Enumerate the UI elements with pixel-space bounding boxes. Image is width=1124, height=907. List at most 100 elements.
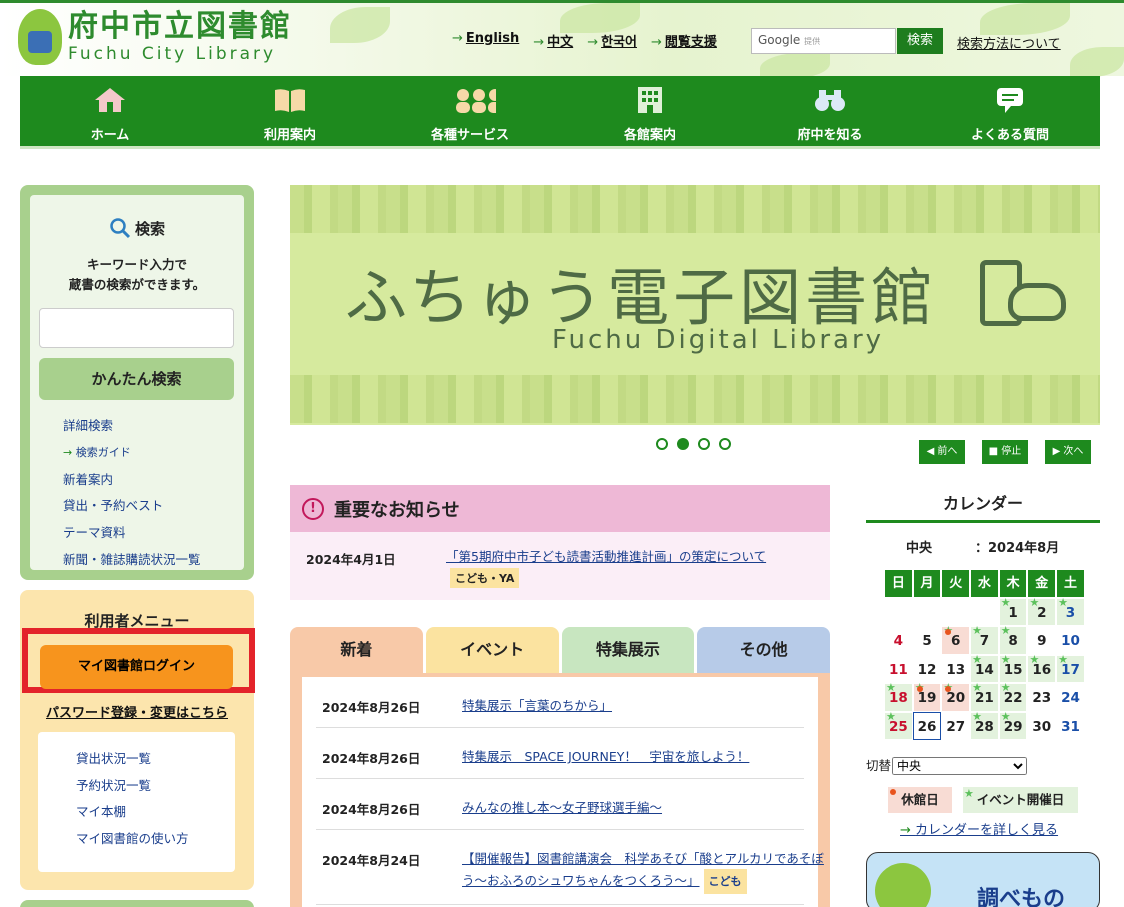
- search-panel-title: 検索: [30, 217, 244, 239]
- calendar-empty-cell: [912, 597, 942, 626]
- star-icon: ★: [1029, 595, 1040, 609]
- calendar-day-number: 27: [946, 718, 966, 735]
- calendar-day: 23: [1027, 683, 1057, 712]
- calendar-day: ★ 2: [1027, 596, 1057, 626]
- star-icon: ★: [1058, 595, 1068, 609]
- calendar-day-number: 31: [1061, 718, 1080, 735]
- google-search-input[interactable]: Google 提供: [751, 28, 896, 54]
- news-panel: 2024年8月26日 特集展示「言葉のちから」 2024年8月26日 特集展示 …: [290, 673, 830, 907]
- arrow-icon: →: [452, 31, 463, 46]
- people-icon: [456, 89, 502, 113]
- tab-other[interactable]: その他: [697, 627, 830, 673]
- news-link[interactable]: 特集展示 SPACE JOURNEY！ 宇宙を旅しよう！: [462, 746, 832, 767]
- theme-materials-link[interactable]: テーマ資料: [63, 520, 201, 547]
- legend-event: ★ イベント開催日: [963, 787, 1078, 813]
- tab-events[interactable]: イベント: [425, 627, 559, 673]
- digital-library-banner[interactable]: ふちゅう電子図書館 Fuchu Digital Library: [290, 185, 1100, 425]
- slide-dot-active[interactable]: [677, 438, 689, 450]
- news-date: 2024年8月26日: [322, 802, 421, 817]
- link-korean[interactable]: 한국어: [601, 35, 637, 50]
- calendar-day: ★6: [941, 624, 971, 655]
- nav-faq[interactable]: よくある質問: [920, 76, 1100, 146]
- slide-dot[interactable]: [719, 438, 731, 450]
- nav-label: 各館案内: [623, 128, 676, 143]
- calendar-day: 26: [912, 711, 942, 740]
- calendar-day-number: 30: [1032, 718, 1052, 735]
- my-library-login-button[interactable]: マイ図書館ログイン: [40, 645, 233, 689]
- mascot-icon: [18, 9, 62, 65]
- search-help-link[interactable]: 検索方法について: [957, 33, 1061, 52]
- branch-select[interactable]: 中央: [892, 757, 1028, 775]
- new-arrivals-link[interactable]: 新着案内: [63, 467, 201, 494]
- easy-search-button[interactable]: かんたん検索: [39, 358, 234, 400]
- leaf-decoration: [980, 3, 1070, 35]
- research-banner[interactable]: 調べもの: [866, 852, 1100, 907]
- tab-new[interactable]: 新着: [290, 627, 423, 673]
- calendar-title: カレンダー: [942, 494, 1023, 513]
- stop-slide-button[interactable]: ■ 停止: [982, 440, 1028, 464]
- nav-label: よくある質問: [970, 128, 1049, 143]
- next-slide-button[interactable]: ▶ 次へ: [1045, 440, 1091, 464]
- nav-guide[interactable]: 利用案内: [200, 76, 380, 146]
- calendar-branch: 中央: [906, 541, 933, 556]
- exclamation-icon: !: [302, 497, 324, 520]
- news-link[interactable]: みんなの推し本～女子野球選手編～: [462, 797, 832, 818]
- search-icon: [110, 218, 131, 239]
- prev-slide-button[interactable]: ◀ 前へ: [919, 440, 965, 464]
- logo-title: 府中市立図書館: [68, 9, 292, 44]
- search-guide-link[interactable]: → 検索ガイド: [63, 440, 201, 467]
- user-links: 貸出状況一覧 予約状況一覧 マイ本棚 マイ図書館の使い方: [38, 732, 235, 872]
- star-icon: ★: [972, 709, 982, 723]
- category-badge: こども: [703, 869, 747, 894]
- slide-dot[interactable]: [656, 438, 668, 450]
- calendar-day-number: 23: [1032, 690, 1052, 706]
- calendar-day: 30: [1027, 711, 1057, 740]
- calendar-day-number: 26: [917, 718, 937, 735]
- notice-link[interactable]: 「第5期府中市子ども読書活動推進計画」の策定について: [446, 546, 766, 565]
- link-chinese[interactable]: 中文: [547, 35, 573, 50]
- my-bookshelf-link[interactable]: マイ本棚: [76, 799, 235, 826]
- news-item: 2024年8月24日 【開催報告】図書館講演会 科学あそび「酸とアルカリであそぼ…: [316, 830, 824, 905]
- arrow-icon: →: [587, 35, 599, 50]
- my-library-howto-link[interactable]: マイ図書館の使い方: [76, 826, 235, 853]
- site-logo[interactable]: 府中市立図書館 Fuchu City Library: [18, 9, 292, 65]
- nav-label: ホーム: [90, 128, 130, 143]
- link-english[interactable]: English: [466, 31, 519, 46]
- calendar-month: ：2024年8月: [975, 541, 1060, 556]
- calendar-divider: [866, 520, 1100, 523]
- news-link[interactable]: 【開催報告】図書館講演会 科学あそび「酸とアルカリであそぼう～おふろのシュワちゃ…: [462, 851, 824, 888]
- bookshelf-decoration: [290, 375, 1100, 423]
- tab-exhibitions[interactable]: 特集展示: [561, 627, 695, 673]
- site-search-button[interactable]: 検索: [897, 28, 943, 54]
- keyword-input[interactable]: [39, 308, 234, 348]
- nav-about-fuchu[interactable]: 府中を知る: [740, 76, 920, 146]
- reservation-status-link[interactable]: 予約状況一覧: [76, 773, 235, 800]
- logo-subtitle: Fuchu City Library: [68, 44, 277, 64]
- hand-icon: [1008, 283, 1066, 321]
- search-panel: 検索 キーワード入力で 蔵書の検索ができます。 かんたん検索 詳細検索 → 検索…: [20, 185, 254, 580]
- mascot-icon: [875, 863, 931, 907]
- calendar-day: ★ 28: [970, 710, 999, 740]
- star-icon: ★: [1000, 681, 1011, 694]
- detail-search-link[interactable]: 詳細検索: [63, 413, 201, 440]
- nav-branches[interactable]: 各館案内: [560, 76, 740, 146]
- slide-indicators: [656, 438, 731, 450]
- slide-dot[interactable]: [698, 438, 710, 450]
- calendar-day: 27: [941, 711, 971, 740]
- nav-label: 府中を知る: [797, 128, 863, 143]
- nav-home[interactable]: ホーム: [20, 76, 200, 146]
- banner-subtitle: Fuchu Digital Library: [552, 325, 885, 355]
- news-link[interactable]: 特集展示「言葉のちから」: [462, 695, 832, 716]
- news-item: 2024年8月26日 みんなの推し本～女子野球選手編～: [316, 779, 804, 830]
- nav-label: 利用案内: [263, 128, 316, 143]
- nav-services[interactable]: 各種サービス: [380, 76, 560, 146]
- star-icon: ★: [964, 787, 974, 800]
- loan-status-link[interactable]: 貸出状況一覧: [76, 746, 235, 773]
- best-loans-link[interactable]: 貸出・予約ベスト: [63, 493, 201, 520]
- calendar-detail-link[interactable]: → カレンダーを詳しく見る: [900, 819, 1058, 838]
- legend-closed: 休館日: [888, 787, 952, 813]
- password-register-link[interactable]: パスワード登録・変更はこちら: [20, 702, 254, 721]
- newspaper-list-link[interactable]: 新聞・雑誌購読状況一覧: [63, 547, 201, 574]
- star-icon: ★: [1000, 624, 1011, 637]
- link-accessibility[interactable]: 閲覧支援: [665, 35, 717, 50]
